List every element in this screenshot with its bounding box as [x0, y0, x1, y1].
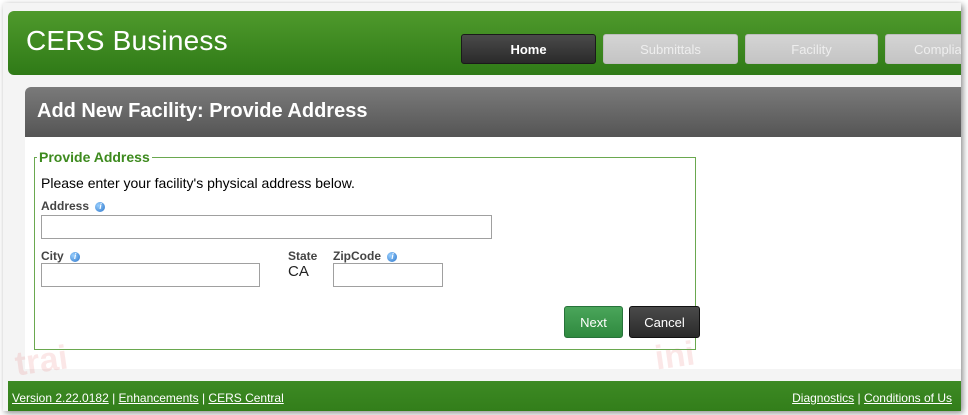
footer-separator: |	[198, 391, 209, 405]
header-bar: CERS Business Home Submittals Facility C…	[8, 11, 961, 75]
page-title-bar: Add New Facility: Provide Address	[25, 87, 961, 137]
state-value: CA	[288, 263, 309, 280]
address-label-group: Address i	[41, 197, 106, 215]
app-brand: CERS Business	[26, 25, 228, 56]
app-window: CERS Business Home Submittals Facility C…	[3, 3, 961, 411]
city-input[interactable]	[41, 263, 260, 287]
address-label: Address	[41, 199, 90, 213]
nav-tab-home[interactable]: Home	[461, 34, 596, 64]
page-title: Add New Facility: Provide Address	[37, 100, 368, 122]
footer-separator: |	[108, 391, 119, 405]
nav-tab-compliance[interactable]: Complia	[885, 34, 961, 64]
address-input[interactable]	[41, 215, 492, 239]
version-link[interactable]: Version 2.22.0182	[12, 391, 109, 405]
conditions-of-use-link[interactable]: Conditions of Us	[864, 391, 952, 405]
info-icon[interactable]: i	[95, 202, 106, 212]
cers-central-link[interactable]: CERS Central	[208, 391, 283, 405]
enhancements-link[interactable]: Enhancements	[119, 391, 199, 405]
next-button[interactable]: Next	[564, 306, 623, 338]
zip-input[interactable]	[333, 263, 443, 287]
nav-tab-submittals[interactable]: Submittals	[603, 34, 738, 64]
footer-bar: Version 2.22.0182 | Enhancements | CERS …	[8, 381, 961, 411]
intro-text: Please enter your facility's physical ad…	[41, 175, 355, 191]
city-label: City	[41, 249, 64, 263]
zip-label: ZipCode	[333, 249, 381, 263]
fieldset-legend: Provide Address	[39, 149, 150, 165]
footer-separator: |	[854, 391, 864, 405]
diagnostics-link[interactable]: Diagnostics	[792, 391, 854, 405]
info-icon[interactable]: i	[387, 252, 398, 262]
nav-tab-facility[interactable]: Facility	[745, 34, 878, 64]
state-label: State	[288, 249, 318, 263]
footer-right-links: Diagnostics | Conditions of Us	[792, 389, 952, 407]
footer-left-links: Version 2.22.0182 | Enhancements | CERS …	[12, 389, 284, 407]
info-icon[interactable]: i	[70, 252, 81, 262]
main-content: trai ini Provide Address Please enter yo…	[13, 137, 961, 384]
cancel-button[interactable]: Cancel	[629, 306, 700, 338]
